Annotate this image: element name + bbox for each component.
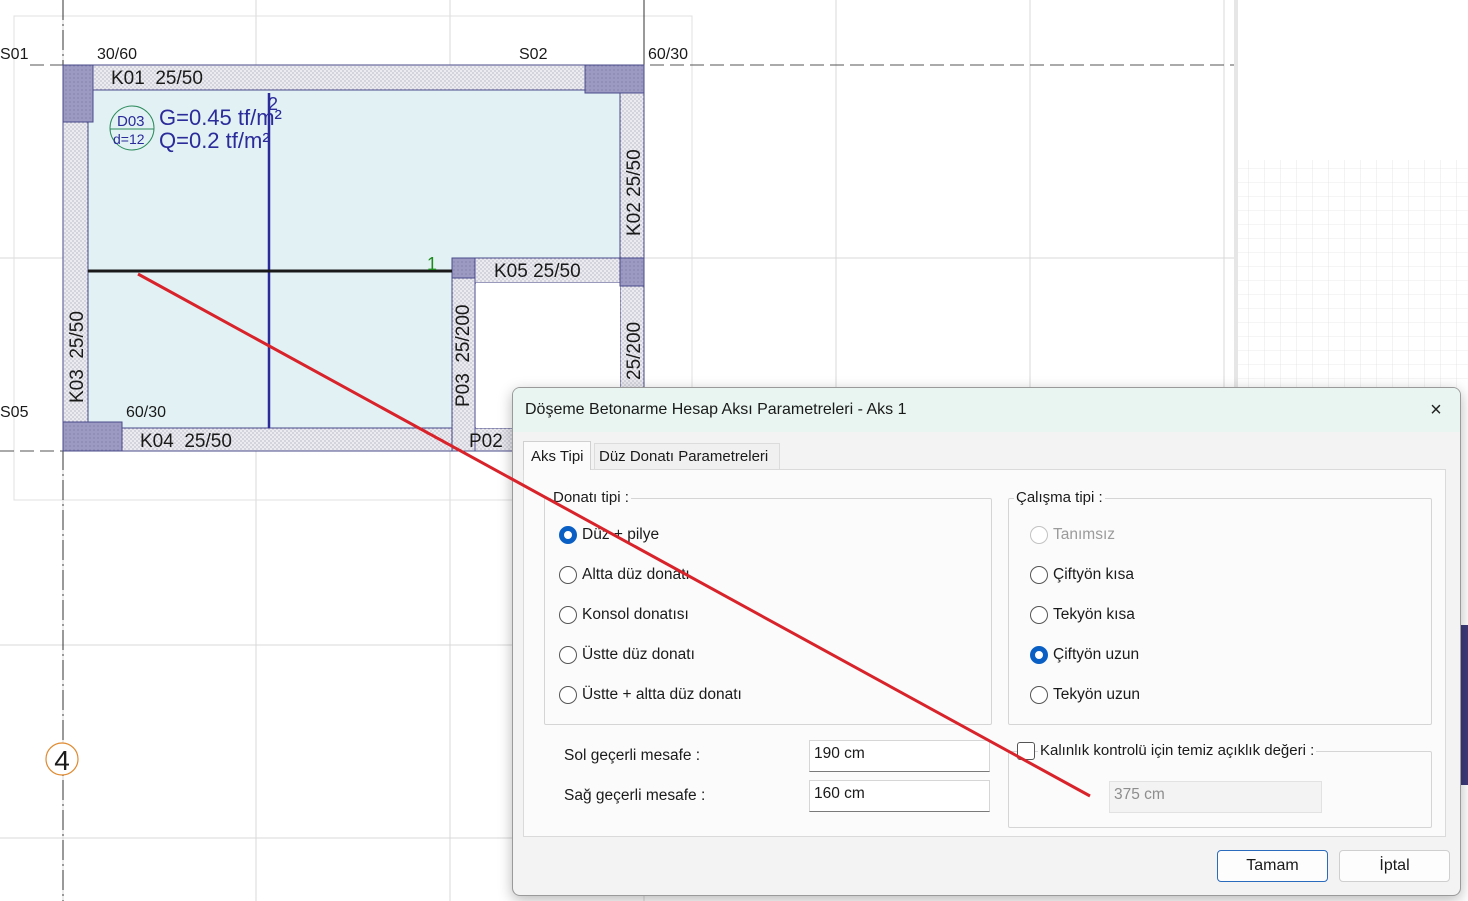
radio-label: Konsol donatısı [582,606,689,623]
radio-circle [1030,606,1048,624]
beam-label-k01: K01 25/50 [111,68,203,89]
axis-bubble-label: 4 [54,745,70,776]
axis-label-s01: S01 [0,46,29,63]
radio-label: Altta düz donatı [582,566,690,583]
axis-label-s02: S02 [519,46,548,63]
radio-label: Düz + pilye [582,526,660,543]
slab-load-g: G=0.45 tf/m² [159,105,282,130]
tab-duz-donati-parametreleri[interactable]: Düz Donatı Parametreleri [594,443,780,469]
kalinlik-label: Kalınlık kontrolü için temiz açıklık değ… [1038,742,1317,759]
radio-circle [559,566,577,584]
radio-tanimsiz: Tanımsız [1030,524,1115,546]
ok-button[interactable]: Tamam [1217,850,1328,882]
radio-ciftyon-uzun[interactable]: Çiftyön uzun [1030,644,1139,666]
radio-tekyon-kisa[interactable]: Tekyön kısa [1030,604,1135,626]
radio-circle [559,686,577,704]
radio-label: Tekyön kısa [1053,606,1135,623]
kalinlik-input: 375 cm [1109,781,1322,813]
radio-ustte-altta-duz-donati[interactable]: Üstte + altta düz donatı [559,684,742,706]
beam-label-k03: K03 25/50 [67,311,88,403]
axis-marker-1: 1 [427,254,437,274]
beam-label-p03: P03 25/200 [453,305,474,407]
sol-mesafe-label: Sol geçerli mesafe : [564,747,701,764]
slab-thickness: d=12 [113,131,145,147]
axis-marker-2: 2 [268,94,278,114]
column-right [619,257,645,287]
beam-k04 [62,427,514,452]
radio-konsol-donatisi[interactable]: Konsol donatısı [559,604,689,626]
column-s01 [62,64,94,123]
group-label-donati-tipi: Donatı tipi : [551,489,631,506]
radio-circle-selected [559,526,577,544]
view-separator [1234,0,1238,390]
sol-mesafe-input[interactable]: 190 cm [809,740,990,772]
radio-circle-selected [1030,646,1048,664]
column-size-label: 60/30 [126,404,166,421]
tab-aks-tipi[interactable]: Aks Tipi [523,441,591,470]
radio-circle [1030,686,1048,704]
beam-label-k02: K02 25/50 [624,149,645,236]
3d-view-grid [1238,160,1468,390]
radio-label: Tekyön uzun [1053,686,1141,703]
kalinlik-checkbox[interactable] [1017,742,1035,760]
slab-id: D03 [117,113,145,130]
wall-label-right: 25/200 [624,322,645,380]
radio-ustte-duz-donati[interactable]: Üstte düz donatı [559,644,695,666]
radio-circle [559,646,577,664]
close-icon[interactable]: × [1412,388,1460,432]
dialog-title: Döşeme Betonarme Hesap Aksı Parametreler… [525,401,907,418]
beam-label-p02: P02 [469,431,503,452]
beam-label-k04: K04 25/50 [140,431,232,452]
axis-label-s05: S05 [0,404,29,421]
radio-circle [559,606,577,624]
radio-ciftyon-kisa[interactable]: Çiftyön kısa [1030,564,1134,586]
column-s02 [584,64,645,94]
radio-tekyon-uzun[interactable]: Tekyön uzun [1030,684,1140,706]
cancel-button[interactable]: İptal [1339,850,1450,882]
column-s05 [62,421,123,452]
radio-circle-disabled [1030,526,1048,544]
dialog-titlebar[interactable]: Döşeme Betonarme Hesap Aksı Parametreler… [513,388,1460,432]
beam-label-k05: K05 25/50 [494,261,581,282]
radio-label: Çiftyön kısa [1053,566,1134,583]
column-size-label: 30/60 [97,46,137,63]
group-label-calisma-tipi: Çalışma tipi : [1014,489,1105,506]
radio-duz-pilye[interactable]: Düz + pilye [559,524,659,546]
radio-label: Çiftyön uzun [1053,646,1140,663]
radio-label: Tanımsız [1053,526,1116,543]
sag-mesafe-input[interactable]: 160 cm [809,780,990,812]
column-p02 [451,257,476,279]
slab-load-q: Q=0.2 tf/m² [159,128,270,153]
parameters-dialog: Döşeme Betonarme Hesap Aksı Parametreler… [512,387,1461,896]
radio-circle [1030,566,1048,584]
sag-mesafe-label: Sağ geçerli mesafe : [564,787,706,804]
radio-label: Üstte + altta düz donatı [582,686,742,703]
radio-label: Üstte düz donatı [582,646,695,663]
radio-altta-duz-donati[interactable]: Altta düz donatı [559,564,690,586]
column-size-label: 60/30 [648,46,688,63]
tab-panel-aks-tipi: Donatı tipi : Düz + pilye Altta düz dona… [523,469,1446,837]
